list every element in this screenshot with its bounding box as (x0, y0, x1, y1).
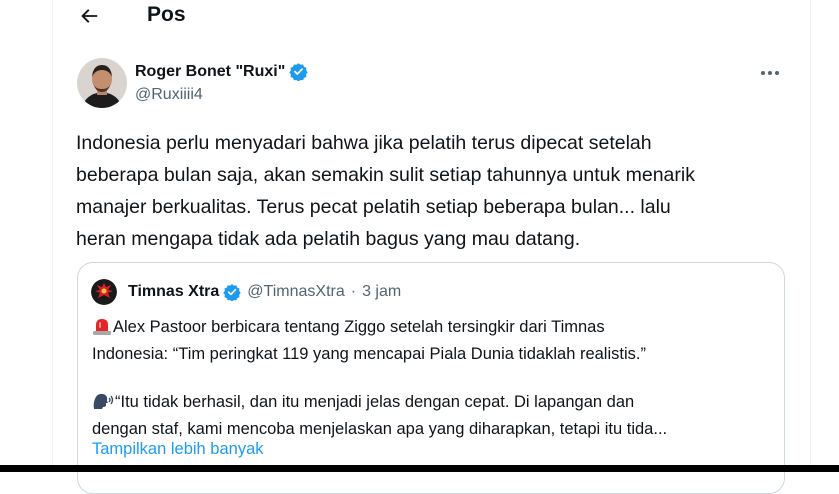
bottom-edge (0, 465, 839, 472)
quoted-body: Alex Pastoor berbicara tentang Ziggo set… (92, 315, 782, 441)
author-name-row[interactable]: Roger Bonet "Ruxi" (135, 62, 308, 81)
avatar[interactable] (77, 58, 127, 108)
more-options-button[interactable] (755, 62, 785, 84)
verified-badge-icon (223, 283, 241, 301)
quoted-header: Timnas Xtra @TimnasXtra · 3 jam (128, 283, 401, 301)
top-bar: Pos (53, 0, 810, 34)
author-handle[interactable]: @Ruxiiii4 (135, 86, 203, 104)
quoted-author-name: Timnas Xtra (128, 283, 220, 300)
post-text-line: heran mengapa tidak ada pelatih bagus ya… (76, 228, 581, 250)
separator-dot: · (350, 283, 357, 300)
quoted-text-line: Alex Pastoor berbicara tentang Ziggo set… (92, 315, 782, 342)
verified-badge-icon (289, 62, 308, 81)
post-detail-column: Pos Roger Bonet "Ruxi" @Ruxiiii4 Indones… (52, 0, 811, 494)
more-horizontal-icon (761, 71, 779, 75)
quoted-author-handle: @TimnasXtra (247, 283, 345, 300)
back-button[interactable] (75, 2, 103, 30)
quoted-text-line (92, 366, 782, 390)
show-more-link[interactable]: Tampilkan lebih banyak (92, 440, 264, 459)
siren-emoji-icon (92, 317, 112, 342)
post-text-line: Indonesia perlu menyadari bahwa jika pel… (76, 132, 652, 154)
arrow-left-icon (81, 9, 98, 23)
quoted-post-card[interactable]: Timnas Xtra @TimnasXtra · 3 jam Alex Pas… (77, 262, 785, 494)
quoted-avatar (91, 279, 117, 305)
post-text-line: manajer berkualitas. Terus pecat pelatih… (76, 196, 671, 218)
quoted-text-line: dengan staf, kami mencoba menjelaskan ap… (92, 420, 668, 438)
page-title: Pos (147, 3, 186, 26)
author-name[interactable]: Roger Bonet "Ruxi" (135, 63, 285, 81)
quoted-text-line: Indonesia: “Tim peringkat 119 yang menca… (92, 345, 646, 363)
speaking-head-emoji-icon (92, 392, 114, 417)
quoted-text-line: “Itu tidak berhasil, dan itu menjadi jel… (92, 390, 782, 417)
post-text-line: beberapa bulan saja, akan semakin sulit … (76, 164, 695, 186)
quoted-timestamp: 3 jam (362, 283, 402, 300)
post-body: Indonesia perlu menyadari bahwa jika pel… (76, 127, 796, 255)
